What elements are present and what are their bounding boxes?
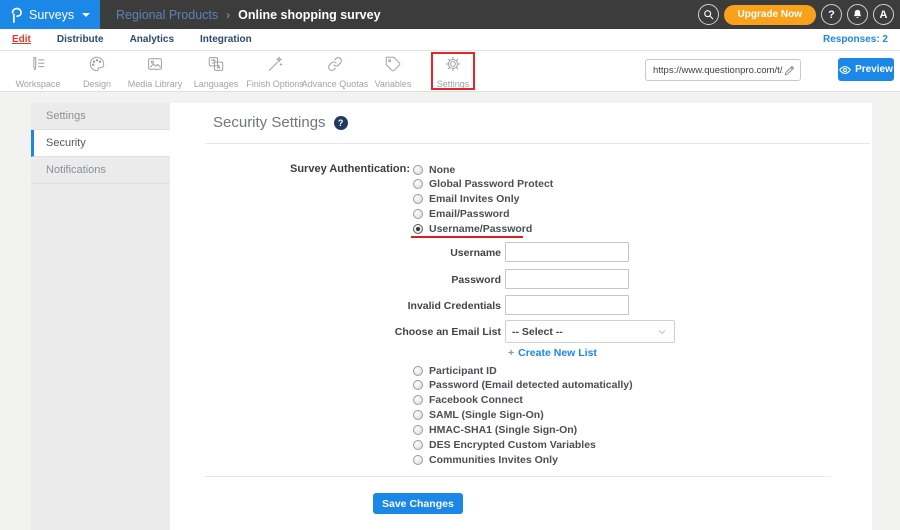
radio-email-password[interactable] (413, 208, 423, 219)
security-settings-panel: Security Settings ? Survey Authenticatio… (170, 103, 872, 530)
radio-password-email-detected[interactable] (413, 379, 423, 390)
auth-option-saml: SAML (Single Sign-On) (413, 408, 544, 421)
finish-options-wand-icon (268, 56, 283, 71)
auth-option-email-invites: Email Invites Only (413, 192, 519, 205)
eye-icon (839, 65, 851, 74)
topbar-actions: Upgrade Now ? A (697, 0, 894, 29)
questionpro-logo-icon (11, 7, 22, 23)
auth-option-communities-invites: Communities Invites Only (413, 453, 558, 466)
survey-nav: Edit Distribute Analytics Integration Re… (0, 29, 900, 51)
auth-option-none: None (413, 163, 455, 176)
radio-participant-id[interactable] (413, 365, 423, 376)
preview-button[interactable]: Preview (838, 58, 894, 81)
bottom-divider (205, 476, 831, 477)
tab-analytics[interactable]: Analytics (130, 34, 174, 45)
auth-option-facebook-connect: Facebook Connect (413, 393, 523, 406)
save-changes-button[interactable]: Save Changes (373, 493, 463, 514)
page-title: Security Settings (213, 114, 326, 131)
survey-url-text: https://www.questionpro.com/t/APNrFZ (653, 64, 783, 76)
survey-authentication-label: Survey Authentication: (290, 163, 410, 175)
radio-hmac-sha1[interactable] (413, 424, 423, 435)
variables-tag-icon (385, 56, 401, 72)
selected-option-underline-annotation (411, 236, 523, 238)
questionpro-app: Surveys Regional Products › Online shopp… (0, 0, 900, 530)
auth-option-username-password: Username/Password (413, 222, 532, 235)
auth-option-global-password: Global Password Protect (413, 177, 553, 190)
tab-distribute[interactable]: Distribute (57, 34, 104, 45)
surveys-product-menu[interactable]: Surveys (0, 0, 100, 29)
auth-option-password-email-detected: Password (Email detected automatically) (413, 378, 633, 391)
radio-email-invites-only[interactable] (413, 193, 423, 204)
notifications-button[interactable] (847, 4, 868, 25)
password-label: Password (451, 274, 501, 286)
tab-edit[interactable]: Edit (12, 34, 31, 45)
breadcrumb-survey-name: Online shopping survey (238, 7, 381, 22)
caret-down-icon (82, 12, 91, 17)
product-menu-label: Surveys (29, 7, 75, 22)
design-palette-icon (89, 56, 105, 72)
username-label: Username (450, 247, 501, 259)
advance-quotas-chain-icon (328, 57, 342, 71)
survey-url-field[interactable]: https://www.questionpro.com/t/APNrFZ (645, 59, 801, 81)
breadcrumb-folder-link[interactable]: Regional Products (116, 8, 218, 22)
responses-count[interactable]: Responses: 2 (823, 34, 888, 45)
help-button[interactable]: ? (821, 4, 842, 25)
media-library-icon (148, 58, 162, 70)
password-field[interactable] (505, 269, 629, 289)
languages-icon (208, 57, 224, 71)
preview-label: Preview (855, 64, 893, 75)
topbar: Surveys Regional Products › Online shopp… (0, 0, 900, 29)
sidebar-item-security[interactable]: Security (31, 130, 170, 157)
search-button[interactable] (697, 4, 719, 25)
title-divider (205, 143, 870, 144)
breadcrumb: Regional Products › Online shopping surv… (116, 0, 381, 29)
radio-none[interactable] (413, 164, 423, 175)
edit-toolbar: Workspace Design Media Library Languages… (0, 51, 900, 92)
workspace-icon (33, 57, 45, 71)
sidebar-item-notifications[interactable]: Notifications (31, 157, 170, 184)
settings-sidebar: Settings Security Notifications (31, 103, 170, 530)
username-field[interactable] (505, 242, 629, 262)
email-list-selected-value: -- Select -- (512, 325, 563, 338)
radio-username-password[interactable] (413, 223, 423, 234)
bell-icon (853, 9, 862, 19)
settings-highlight-annotation (431, 52, 475, 90)
invalid-credentials-label: Invalid Credentials (407, 300, 501, 312)
radio-des-encrypted[interactable] (413, 439, 423, 450)
auth-option-participant-id: Participant ID (413, 364, 497, 377)
plus-icon: + (508, 347, 515, 359)
upgrade-now-button[interactable]: Upgrade Now (723, 4, 816, 25)
invalid-credentials-field[interactable] (505, 295, 629, 315)
radio-global-password-protect[interactable] (413, 178, 423, 189)
sidebar-item-settings[interactable]: Settings (31, 103, 170, 130)
search-icon (703, 10, 713, 20)
chevron-down-icon (658, 329, 666, 334)
auth-option-hmac-sha1: HMAC-SHA1 (Single Sign-On) (413, 423, 577, 436)
email-list-select[interactable]: -- Select -- (505, 320, 675, 343)
account-avatar[interactable]: A (873, 4, 894, 25)
auth-option-email-password: Email/Password (413, 207, 510, 220)
radio-saml[interactable] (413, 409, 423, 420)
pencil-icon[interactable] (783, 64, 796, 77)
create-new-list-link[interactable]: + Create New List (508, 347, 597, 359)
help-icon[interactable]: ? (333, 115, 348, 130)
email-list-label: Choose an Email List (394, 326, 501, 338)
tab-integration[interactable]: Integration (200, 34, 252, 45)
radio-communities-invites[interactable] (413, 454, 423, 465)
auth-option-des-encrypted: DES Encrypted Custom Variables (413, 438, 596, 451)
radio-facebook-connect[interactable] (413, 394, 423, 405)
breadcrumb-separator: › (226, 7, 231, 22)
